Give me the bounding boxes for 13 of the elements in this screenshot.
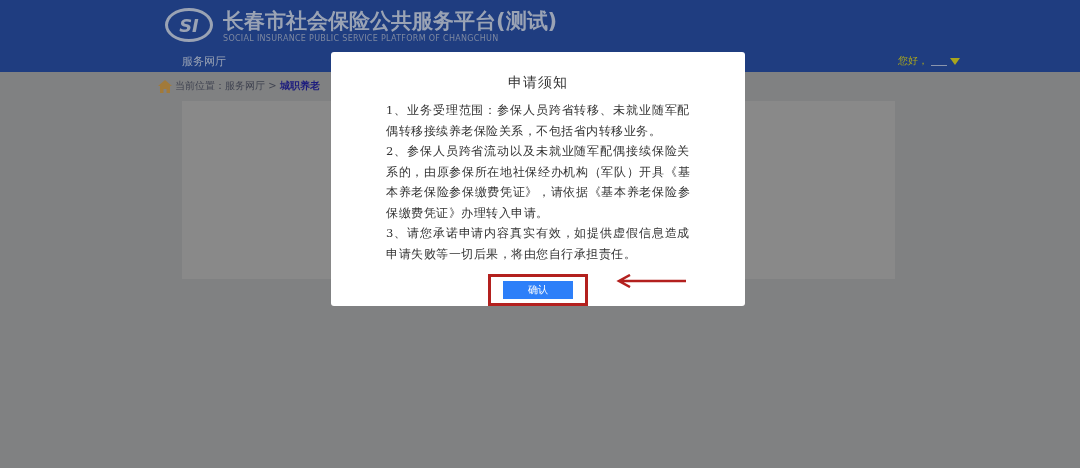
site-subtitle: SOCIAL INSURANCE PUBLIC SERVICE PLATFORM OF CHANGCHUN xyxy=(223,33,500,43)
notice-paragraph: 1、业务受理范围：参保人员跨省转移、未就业随军配偶转移接续养老保险关系，不包括省内转移业务。 xyxy=(386,102,690,140)
breadcrumb-link[interactable]: 城职养老 xyxy=(279,79,320,93)
nav-link[interactable]: 服务网厅 xyxy=(182,53,226,69)
notice-paragraph: 2、参保人员跨省流动以及未就业随军配偶接续保险关系的，由原参保所在地社保经办机构（军队）开具《基本养老保险参保缴费凭证》，请依据《基本养老保险参保缴费凭证》办理转入申请。 xyxy=(386,143,690,222)
logo-icon: SI xyxy=(165,8,213,42)
confirm-button[interactable]: 确认 xyxy=(503,281,573,299)
greeting-text: 您好， xyxy=(898,54,928,68)
caret-icon[interactable] xyxy=(950,57,960,65)
dialog-title: 申请须知 xyxy=(508,74,568,92)
pointer-arrow xyxy=(616,274,686,288)
site-title: 长春市社会保险公共服务平台(测试) xyxy=(223,7,558,34)
notice-paragraph: 3、请您承诺申请内容真实有效，如提供虚假信息造成申请失败等一切后果，将由您自行承担责任。 xyxy=(386,225,690,263)
